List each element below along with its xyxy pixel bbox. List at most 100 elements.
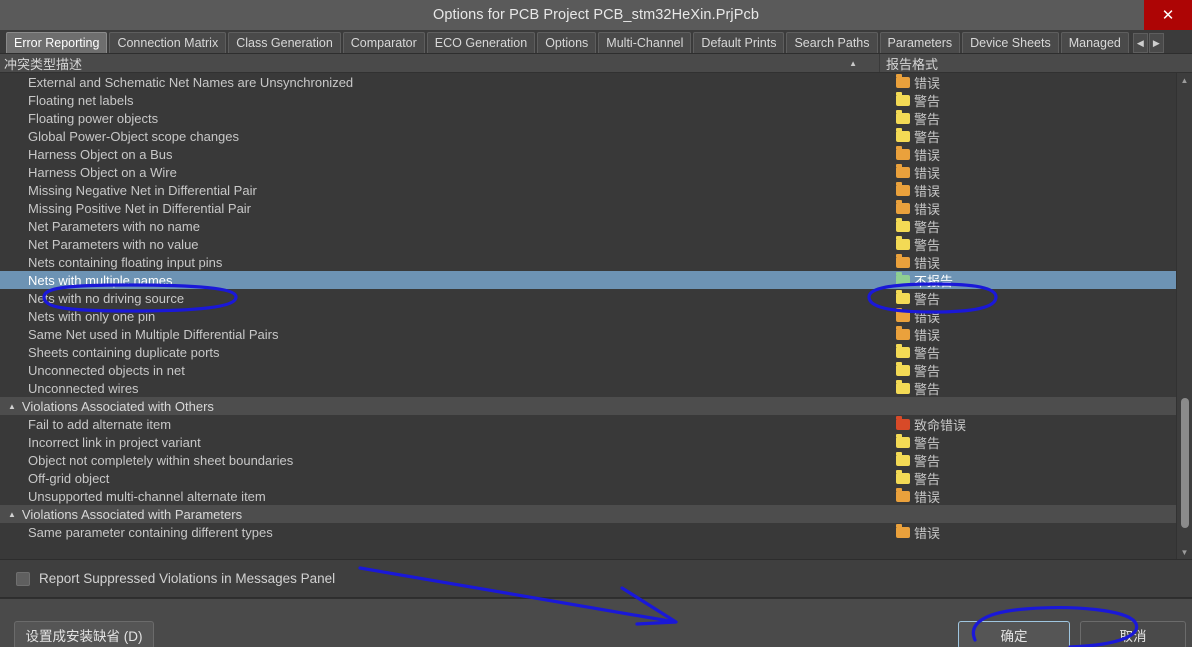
- report-mode-cell[interactable]: 警告: [880, 379, 1176, 398]
- report-mode-cell[interactable]: 错误: [880, 73, 1176, 92]
- table-row[interactable]: Nets with no driving source 警告: [0, 289, 1176, 307]
- group-collapse-icon[interactable]: ▲: [8, 402, 16, 411]
- violation-name-label: Net Parameters with no name: [28, 218, 200, 234]
- report-mode-label: 警告: [914, 453, 941, 469]
- group-collapse-icon[interactable]: ▲: [8, 510, 16, 519]
- table-row[interactable]: Object not completely within sheet bound…: [0, 451, 1176, 469]
- table-row[interactable]: Incorrect link in project variant 警告: [0, 433, 1176, 451]
- violation-name-label: Floating power objects: [28, 110, 159, 126]
- violation-name-label: Unconnected objects in net: [28, 362, 185, 378]
- table-row[interactable]: Same Net used in Multiple Differential P…: [0, 325, 1176, 343]
- violation-name-cell: ▲ Violations Associated with Others: [0, 399, 880, 414]
- folder-icon: [896, 307, 910, 322]
- tab-eco-generation[interactable]: ECO Generation: [426, 32, 536, 53]
- ok-button[interactable]: 确定: [958, 621, 1070, 647]
- report-mode-cell[interactable]: 警告: [880, 289, 1176, 308]
- report-mode-cell[interactable]: 警告: [880, 361, 1176, 380]
- report-suppressed-checkbox[interactable]: [16, 571, 30, 586]
- report-mode-cell[interactable]: 错误: [880, 253, 1176, 272]
- report-mode-cell[interactable]: 警告: [880, 343, 1176, 362]
- report-mode-cell[interactable]: 不报告: [880, 271, 1176, 290]
- table-row[interactable]: Nets containing floating input pins 错误: [0, 253, 1176, 271]
- scroll-up-icon[interactable]: ▲: [1177, 73, 1192, 87]
- tab-managed[interactable]: Managed: [1060, 32, 1129, 53]
- report-mode-cell[interactable]: 警告: [880, 91, 1176, 110]
- table-row[interactable]: Unconnected wires 警告: [0, 379, 1176, 397]
- column-header-description[interactable]: 冲突类型描述 ▲: [0, 54, 880, 72]
- report-mode-cell[interactable]: 错误: [880, 199, 1176, 218]
- violation-name-cell: Same Net used in Multiple Differential P…: [0, 327, 880, 342]
- table-row[interactable]: Floating power objects 警告: [0, 109, 1176, 127]
- report-mode-cell[interactable]: 错误: [880, 307, 1176, 326]
- cancel-button[interactable]: 取消: [1080, 621, 1186, 647]
- report-mode-label: 警告: [914, 435, 941, 451]
- tab-scroll-right-icon[interactable]: ▶: [1148, 33, 1164, 53]
- report-mode-cell[interactable]: 警告: [880, 451, 1176, 470]
- report-mode-cell[interactable]: 警告: [880, 235, 1176, 254]
- table-row[interactable]: Net Parameters with no value 警告: [0, 235, 1176, 253]
- report-mode-cell[interactable]: 警告: [880, 433, 1176, 452]
- tab-device-sheets[interactable]: Device Sheets: [962, 32, 1059, 53]
- table-row[interactable]: Missing Positive Net in Differential Pai…: [0, 199, 1176, 217]
- violation-name-cell: External and Schematic Net Names are Uns…: [0, 75, 880, 90]
- tab-class-generation[interactable]: Class Generation: [228, 32, 341, 53]
- report-mode-label: 致命错误: [914, 417, 967, 433]
- table-row[interactable]: Same parameter containing different type…: [0, 523, 1176, 541]
- table-row[interactable]: Harness Object on a Bus 错误: [0, 145, 1176, 163]
- violation-name-cell: Missing Positive Net in Differential Pai…: [0, 201, 880, 216]
- tab-options[interactable]: Options: [537, 32, 597, 53]
- report-mode-cell[interactable]: 警告: [880, 109, 1176, 128]
- tab-default-prints[interactable]: Default Prints: [693, 32, 785, 53]
- report-mode-cell[interactable]: 警告: [880, 127, 1176, 146]
- tab-error-reporting[interactable]: Error Reporting: [6, 32, 108, 53]
- report-mode-cell[interactable]: 警告: [880, 469, 1176, 488]
- table-row[interactable]: Off-grid object 警告: [0, 469, 1176, 487]
- table-row[interactable]: Sheets containing duplicate ports 警告: [0, 343, 1176, 361]
- violation-name-label: Object not completely within sheet bound…: [28, 452, 294, 468]
- report-mode-label: 警告: [914, 219, 941, 235]
- table-row[interactable]: Unsupported multi-channel alternate item…: [0, 487, 1176, 505]
- violation-name-label: Nets with only one pin: [28, 308, 156, 324]
- table-row[interactable]: Unconnected objects in net 警告: [0, 361, 1176, 379]
- report-mode-cell[interactable]: 警告: [880, 217, 1176, 236]
- violation-group-row[interactable]: ▲ Violations Associated with Others: [0, 397, 1176, 415]
- column-header-report-mode[interactable]: 报告格式: [880, 54, 1192, 72]
- table-row[interactable]: Missing Negative Net in Differential Pai…: [0, 181, 1176, 199]
- set-as-install-default-button[interactable]: 设置成安装缺省 (D): [14, 621, 154, 647]
- scroll-down-icon[interactable]: ▼: [1177, 545, 1192, 559]
- table-row[interactable]: Nets with multiple names 不报告: [0, 271, 1176, 289]
- table-row[interactable]: Fail to add alternate item 致命错误: [0, 415, 1176, 433]
- table-row[interactable]: Global Power-Object scope changes 警告: [0, 127, 1176, 145]
- violation-name-cell: Sheets containing duplicate ports: [0, 345, 880, 360]
- close-icon[interactable]: ✕: [1144, 0, 1192, 30]
- tab-scroll-left-icon[interactable]: ◀: [1132, 33, 1148, 53]
- folder-icon: [896, 73, 910, 88]
- report-mode-cell[interactable]: 错误: [880, 487, 1176, 506]
- report-mode-cell[interactable]: 错误: [880, 523, 1176, 542]
- report-mode-cell[interactable]: 错误: [880, 181, 1176, 200]
- violation-name-cell: Global Power-Object scope changes: [0, 129, 880, 144]
- tab-connection-matrix[interactable]: Connection Matrix: [109, 32, 227, 53]
- table-row[interactable]: Floating net labels 警告: [0, 91, 1176, 109]
- table-row[interactable]: Net Parameters with no name 警告: [0, 217, 1176, 235]
- violation-name-label: Sheets containing duplicate ports: [28, 344, 220, 360]
- table-row[interactable]: Nets with only one pin 错误: [0, 307, 1176, 325]
- folder-icon: [896, 379, 910, 394]
- grid-vertical-scrollbar[interactable]: ▲ ▼: [1176, 73, 1192, 559]
- violation-name-label: Same Net used in Multiple Differential P…: [28, 326, 279, 342]
- report-mode-label: 错误: [914, 183, 941, 199]
- report-mode-cell[interactable]: 错误: [880, 163, 1176, 182]
- violation-group-row[interactable]: ▲ Violations Associated with Parameters: [0, 505, 1176, 523]
- tab-multi-channel[interactable]: Multi-Channel: [598, 32, 692, 53]
- scrollbar-thumb[interactable]: [1181, 398, 1189, 528]
- tab-parameters[interactable]: Parameters: [879, 32, 961, 53]
- report-mode-cell[interactable]: 错误: [880, 145, 1176, 164]
- tab-search-paths[interactable]: Search Paths: [786, 32, 878, 53]
- report-mode-cell[interactable]: 致命错误: [880, 415, 1176, 434]
- violation-name-cell: Fail to add alternate item: [0, 417, 880, 432]
- tab-comparator[interactable]: Comparator: [342, 32, 425, 53]
- table-row[interactable]: Harness Object on a Wire 错误: [0, 163, 1176, 181]
- report-mode-cell[interactable]: 错误: [880, 325, 1176, 344]
- table-row[interactable]: External and Schematic Net Names are Uns…: [0, 73, 1176, 91]
- report-suppressed-row: Report Suppressed Violations in Messages…: [0, 560, 1192, 598]
